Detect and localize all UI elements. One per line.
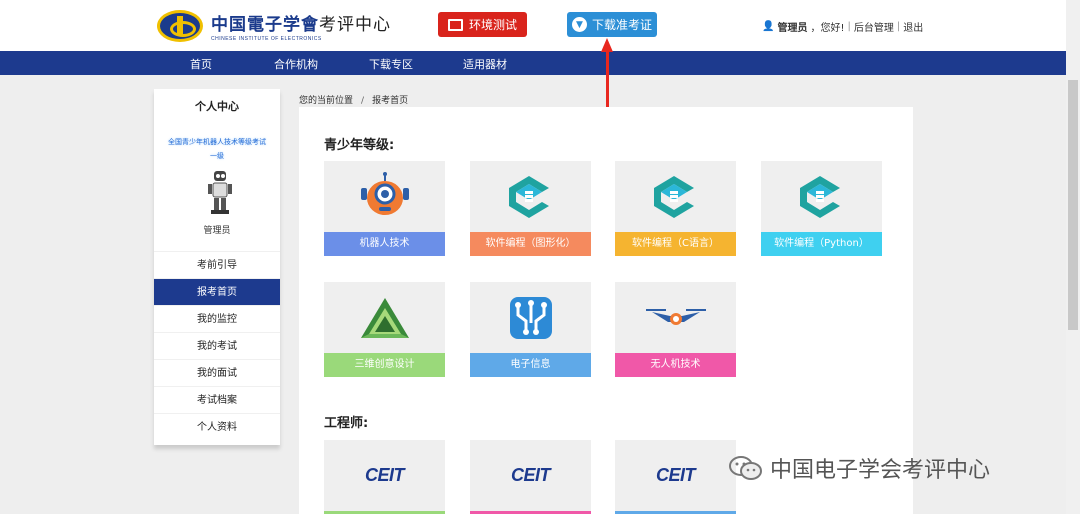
sidebar-title: 个人中心 <box>195 100 239 113</box>
sidebar-item-pre-exam-guide[interactable]: 考前引导 <box>154 251 280 278</box>
triangle-3d-icon <box>360 297 409 338</box>
nav-equipment[interactable]: 适用器材 <box>463 56 507 72</box>
wechat-icon <box>729 456 762 480</box>
drone-icon <box>645 308 706 325</box>
cie-emblem-icon <box>157 10 203 42</box>
download-arrow-icon: ▼ <box>571 17 587 32</box>
sidebar-item-exam-records[interactable]: 考试档案 <box>154 386 280 413</box>
ceit-logo: CEIT <box>655 464 696 485</box>
logout-link[interactable]: 退出 <box>903 19 923 34</box>
user-name: 管理员 <box>777 23 808 34</box>
download-ticket-button[interactable]: ▼ 下载准考证 <box>567 12 657 37</box>
ceit-logo: CEIT <box>510 464 551 485</box>
env-test-label: 环境测试 <box>468 18 517 32</box>
code-logo-icon <box>799 175 840 218</box>
watermark-text: 中国电子学会考评中心 <box>770 458 991 483</box>
greeting: ，您好! <box>810 23 845 34</box>
breadcrumb-page[interactable]: 报考首页 <box>372 96 408 106</box>
card-3d-design[interactable]: 三维创意设计 <box>324 282 445 377</box>
card-label: 机器人技术 <box>324 232 445 256</box>
admin-link[interactable]: 后台管理 <box>854 19 894 34</box>
card-graphical-programming[interactable]: 软件编程（图形化） <box>470 161 591 256</box>
sidebar-item-profile[interactable]: 个人资料 <box>154 413 280 440</box>
env-test-button[interactable]: 环境测试 <box>438 12 527 37</box>
nav-downloads[interactable]: 下载专区 <box>369 56 413 72</box>
sidebar-username: 管理员 <box>203 226 231 236</box>
user-area: 👤 管理员 ，您好! | 后台管理 | 退出 <box>762 19 923 34</box>
card-drone[interactable]: 无人机技术 <box>615 282 736 377</box>
card-engineer-1[interactable]: CEIT <box>324 440 445 514</box>
main-nav: 首页 合作机构 下载专区 适用器材 <box>0 51 1080 75</box>
card-label: 软件编程（Python） <box>761 232 882 256</box>
sidebar-item-my-exams[interactable]: 我的考试 <box>154 332 280 359</box>
user-icon: 👤 <box>762 21 775 32</box>
youth-section-title: 青少年等级: <box>324 138 395 153</box>
wechat-watermark: 中国电子学会考评中心 <box>728 452 990 484</box>
code-logo-icon <box>508 175 549 218</box>
ceit-logo: CEIT <box>364 464 405 485</box>
sidebar: 个人中心 全国青少年机器人技术等级考试 一级 管理员 考前引导 报考首页 我的监… <box>154 89 280 445</box>
card-engineer-2[interactable]: CEIT <box>470 440 591 514</box>
sidebar-item-my-interviews[interactable]: 我的面试 <box>154 359 280 386</box>
site-logo[interactable]: 中国電子学會考评中心 CHINESE INSTITUTE OF ELECTRON… <box>157 10 391 42</box>
nav-partners[interactable]: 合作机构 <box>274 56 318 72</box>
monitor-icon <box>447 18 463 31</box>
card-label: 电子信息 <box>470 353 591 377</box>
header: 中国電子学會考评中心 CHINESE INSTITUTE OF ELECTRON… <box>0 0 1080 51</box>
card-label: 三维创意设计 <box>324 353 445 377</box>
card-label: 软件编程（C语言） <box>615 232 736 256</box>
logo-title: 中国電子学會考评中心 <box>211 15 391 35</box>
card-engineer-3[interactable]: CEIT <box>615 440 736 514</box>
circuit-icon <box>509 296 552 339</box>
sidebar-item-registration-home[interactable]: 报考首页 <box>154 278 280 305</box>
breadcrumb: 您的当前位置 / 报考首页 <box>299 96 409 106</box>
robot-avatar-icon <box>208 171 232 214</box>
nav-home[interactable]: 首页 <box>190 56 212 72</box>
engineer-section-title: 工程师: <box>324 416 369 431</box>
sidebar-menu: 考前引导 报考首页 我的监控 我的考试 我的面试 考试档案 个人资料 <box>154 251 280 440</box>
card-label: 无人机技术 <box>615 353 736 377</box>
card-robotics[interactable]: 机器人技术 <box>324 161 445 256</box>
robot-icon <box>360 171 409 215</box>
card-c-programming[interactable]: 软件编程（C语言） <box>615 161 736 256</box>
divider: | <box>896 21 901 32</box>
sidebar-item-my-monitoring[interactable]: 我的监控 <box>154 305 280 332</box>
download-ticket-label: 下载准考证 <box>591 18 652 32</box>
logo-english: CHINESE INSTITUTE OF ELECTRONICS <box>211 36 322 42</box>
scrollbar-thumb[interactable] <box>1068 80 1078 330</box>
exam-name: 全国青少年机器人技术等级考试 一级 <box>168 138 266 160</box>
code-logo-icon <box>653 175 694 218</box>
card-label: 软件编程（图形化） <box>470 232 591 256</box>
divider: | <box>847 21 851 32</box>
breadcrumb-current: 您的当前位置 <box>299 96 354 106</box>
card-python-programming[interactable]: 软件编程（Python） <box>761 161 882 256</box>
card-electronics[interactable]: 电子信息 <box>470 282 591 377</box>
